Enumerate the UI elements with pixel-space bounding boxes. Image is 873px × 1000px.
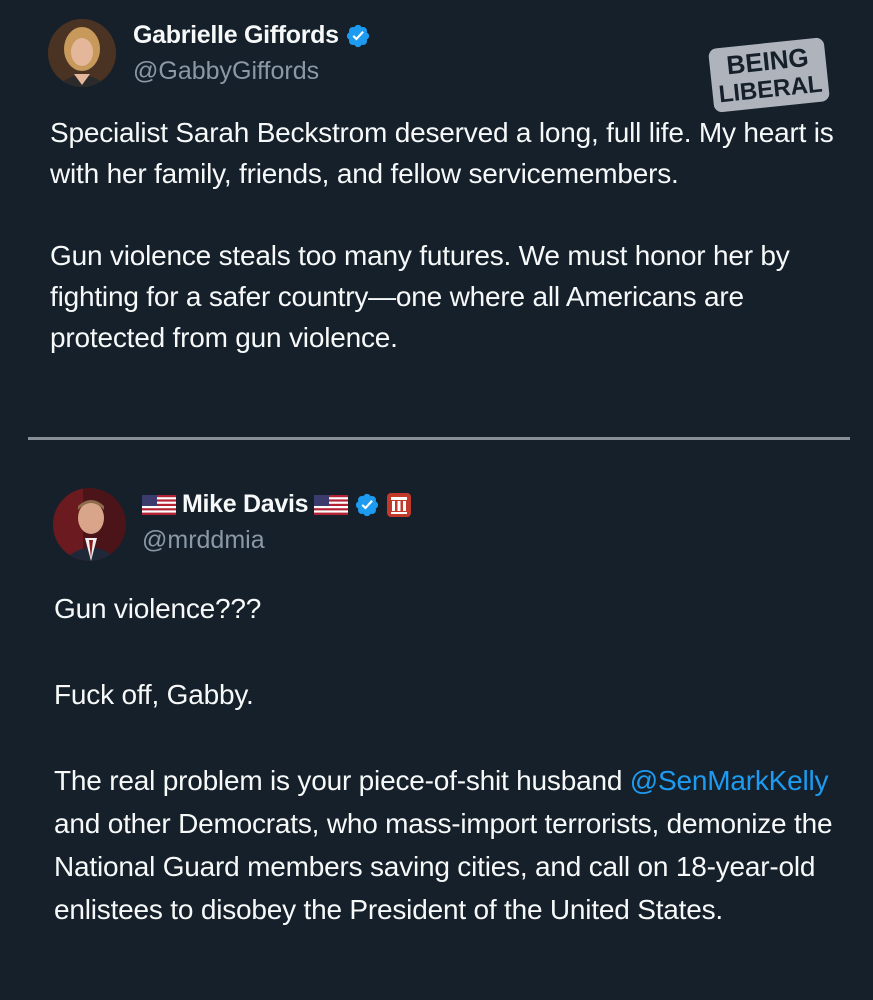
display-name[interactable]: Mike Davis <box>182 490 309 519</box>
being-liberal-logo: BEING LIBERAL <box>705 37 833 113</box>
avatar[interactable] <box>53 488 126 561</box>
tweet-paragraph: Specialist Sarah Beckstrom deserved a lo… <box>50 117 834 189</box>
tweet-mike-davis[interactable]: Mike Davis @mrddmia Gun violence??? Fuck… <box>0 450 873 1000</box>
verified-badge-icon <box>354 492 380 518</box>
tweet-gabrielle-giffords[interactable]: Gabrielle Giffords @GabbyGiffords BEING … <box>0 0 873 430</box>
verified-badge-icon <box>345 23 371 49</box>
tweet-text-segment: and other Democrats, who mass-import ter… <box>54 808 833 925</box>
tweet-text: Specialist Sarah Beckstrom deserved a lo… <box>50 112 840 358</box>
us-flag-icon <box>142 494 176 515</box>
tweet-text: Gun violence??? Fuck off, Gabby. The rea… <box>54 587 854 931</box>
author-name-row: Gabrielle Giffords <box>133 21 371 50</box>
avatar[interactable] <box>48 19 116 87</box>
author-handle[interactable]: @mrddmia <box>142 526 265 555</box>
tweet-text-segment: The real problem is your piece-of-shit h… <box>54 765 630 796</box>
tweet-paragraph: Gun violence??? <box>54 593 262 624</box>
tweet-paragraph: The real problem is your piece-of-shit h… <box>54 759 854 931</box>
tweet-paragraph: Gun violence steals too many futures. We… <box>50 240 790 353</box>
author-name-row: Mike Davis <box>142 490 412 519</box>
mention-link[interactable]: @SenMarkKelly <box>630 765 829 796</box>
author-handle[interactable]: @GabbyGiffords <box>133 57 319 86</box>
display-name[interactable]: Gabrielle Giffords <box>133 21 339 50</box>
tweet-paragraph: Fuck off, Gabby. <box>54 679 254 710</box>
government-badge-icon <box>386 492 412 518</box>
us-flag-icon <box>314 494 349 515</box>
divider <box>28 437 850 440</box>
